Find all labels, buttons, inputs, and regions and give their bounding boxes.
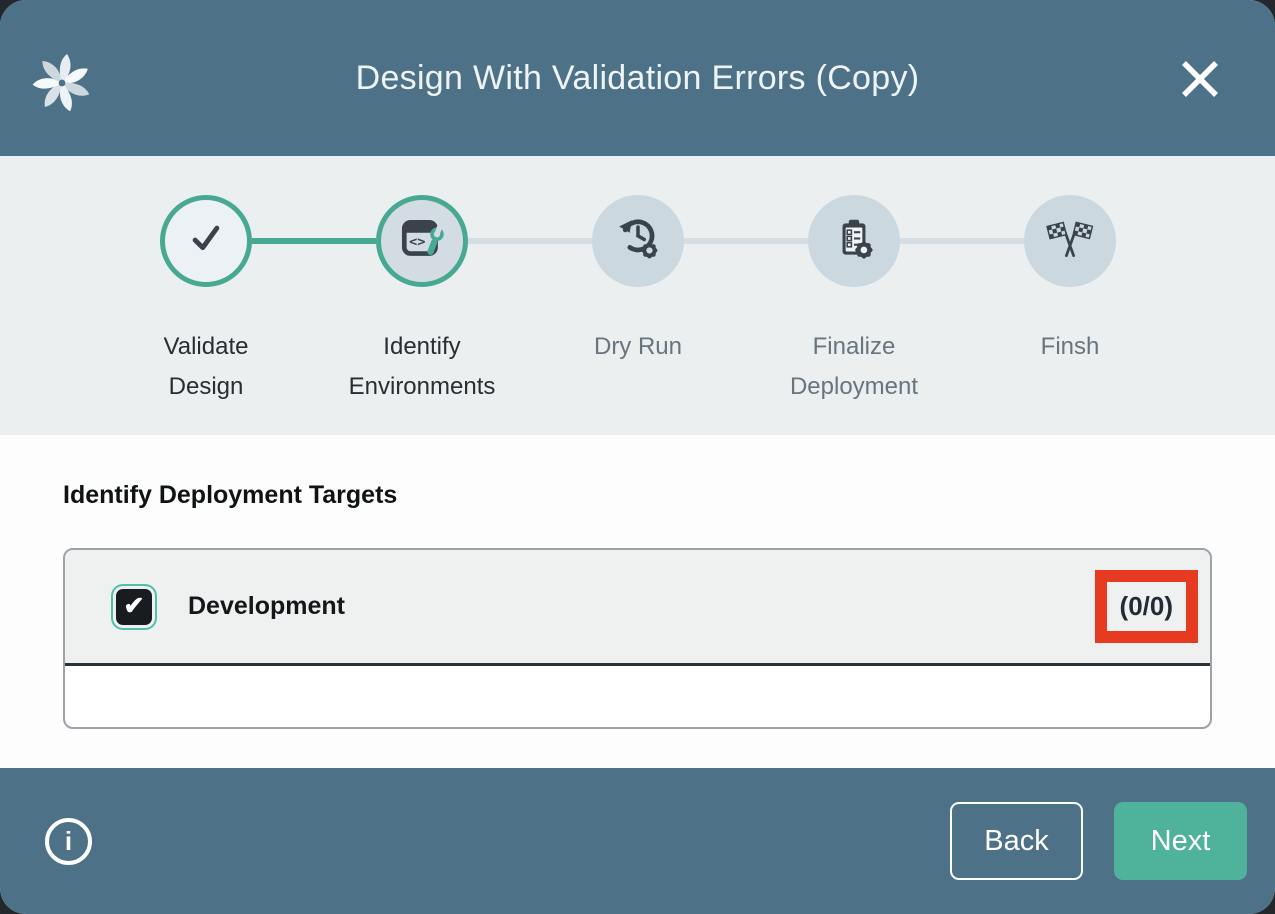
modal-title: Design With Validation Errors (Copy)	[356, 59, 920, 98]
stepper-step-identify-environments: <> Identify Environments	[314, 195, 530, 407]
step-circle-finalize-deployment[interactable]	[808, 195, 900, 287]
close-icon	[1177, 90, 1223, 105]
step-label: Dry Run	[594, 327, 682, 367]
info-icon: i	[65, 826, 72, 857]
target-row-development[interactable]: ✔ Development (0/0)	[65, 550, 1210, 666]
pinwheel-logo-icon	[31, 52, 93, 114]
step-circle-identify-environments[interactable]: <>	[376, 195, 468, 287]
wizard-stepper: Validate Design <>	[0, 156, 1275, 435]
deployment-targets-box: ✔ Development (0/0)	[63, 548, 1212, 729]
checkbox-check-icon: ✔	[124, 594, 145, 619]
wizard-content: Identify Deployment Targets ✔ Developmen…	[0, 435, 1275, 768]
clipboard-checklist-gear-icon	[829, 214, 879, 269]
step-circle-finish[interactable]	[1024, 195, 1116, 287]
code-window-wrench-icon: <>	[397, 214, 447, 269]
step-circle-dry-run[interactable]	[592, 195, 684, 287]
content-heading: Identify Deployment Targets	[63, 481, 1212, 510]
deployment-wizard-modal: Design With Validation Errors (Copy)	[0, 0, 1275, 914]
check-icon	[181, 214, 231, 269]
modal-header: Design With Validation Errors (Copy)	[0, 0, 1275, 156]
annotation-highlight-red-box: (0/0)	[1095, 570, 1198, 643]
next-button[interactable]: Next	[1114, 802, 1247, 880]
info-button[interactable]: i	[45, 818, 92, 865]
close-button[interactable]	[1175, 55, 1225, 105]
stepper-step-validate-design: Validate Design	[98, 195, 314, 407]
step-label: Identify Environments	[343, 327, 501, 407]
step-label: Finalize Deployment	[775, 327, 933, 407]
target-count: (0/0)	[1120, 591, 1173, 621]
back-button[interactable]: Back	[950, 802, 1083, 880]
svg-text:<>: <>	[409, 233, 425, 249]
stepper-step-dry-run: Dry Run	[530, 195, 746, 407]
target-name: Development	[188, 592, 345, 621]
step-circle-validate-design[interactable]	[160, 195, 252, 287]
stepper-step-finish: Finsh	[962, 195, 1178, 407]
stepper-step-finalize-deployment: Finalize Deployment	[746, 195, 962, 407]
development-checkbox[interactable]: ✔	[116, 589, 152, 625]
checkered-flags-icon	[1045, 214, 1095, 269]
history-gear-icon	[613, 214, 663, 269]
step-label: Finsh	[1041, 327, 1100, 367]
modal-footer: i Back Next	[0, 768, 1275, 914]
step-label: Validate Design	[127, 327, 285, 407]
